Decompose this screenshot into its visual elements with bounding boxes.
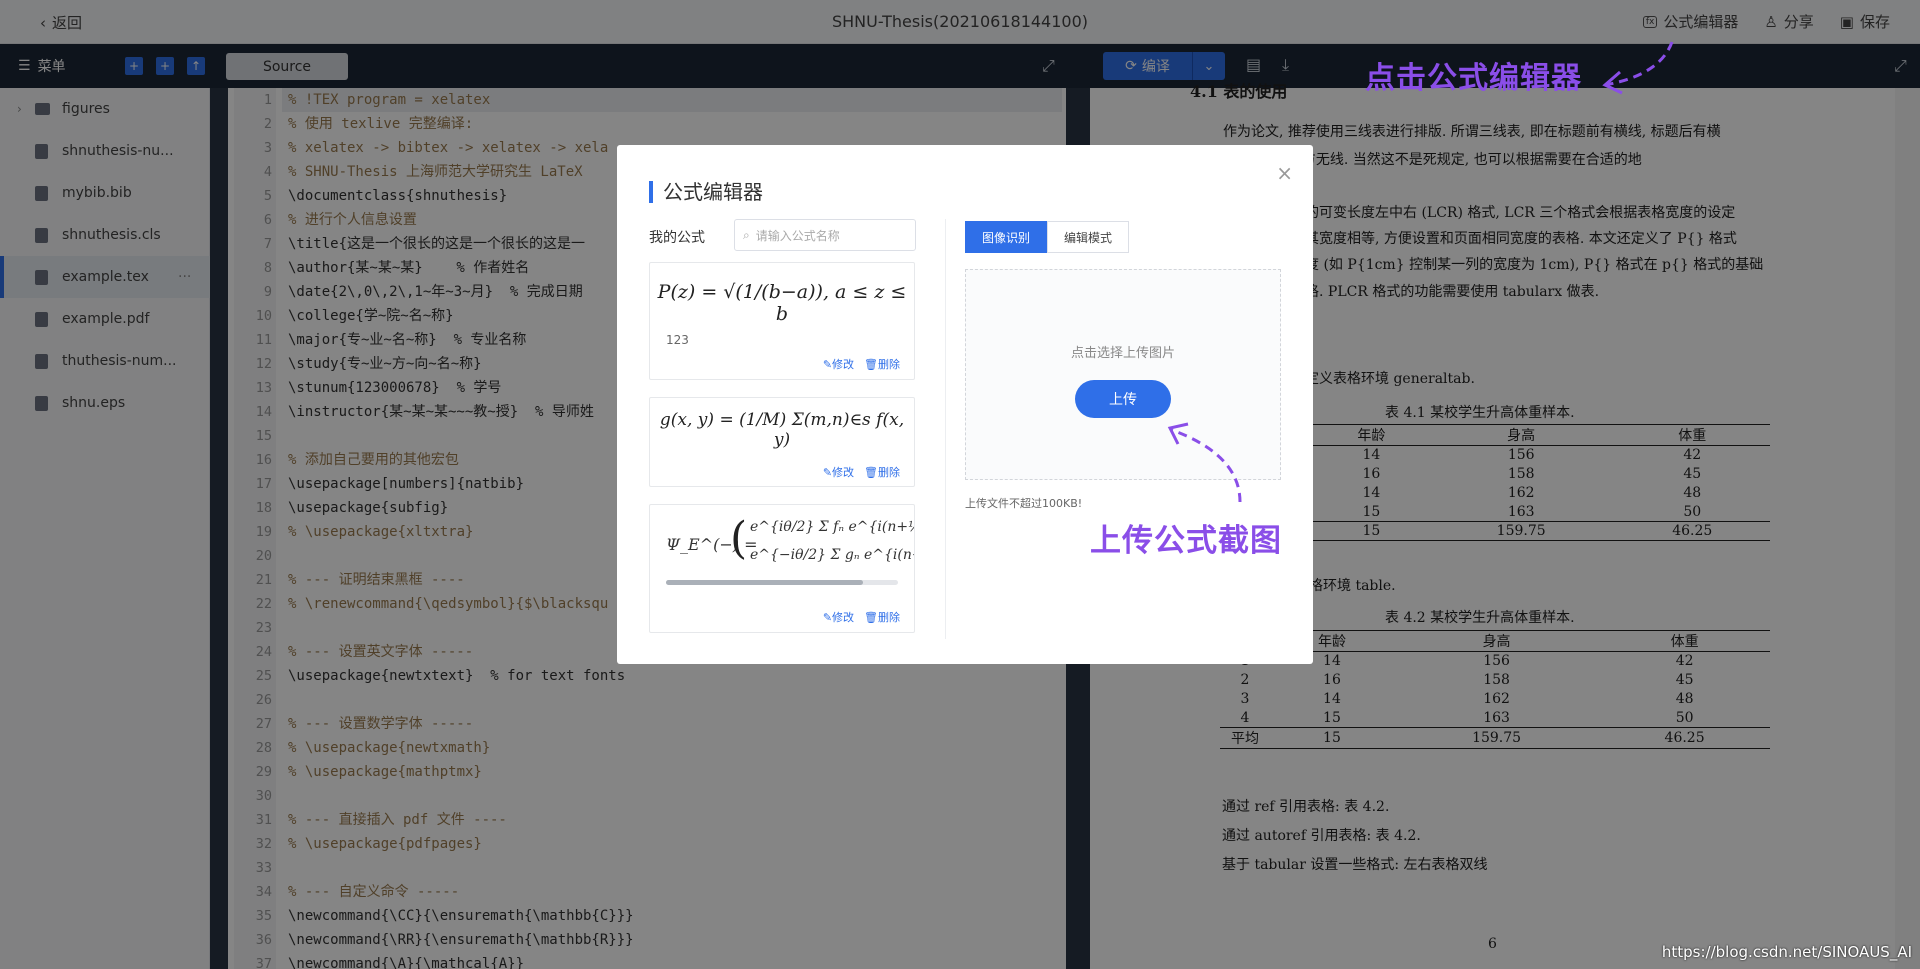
watermark: https://blog.csdn.net/SINOAUS_AI: [1661, 943, 1912, 961]
arrow-to-upload: [1171, 428, 1242, 503]
arrow-to-editor: [1604, 41, 1674, 87]
annotation-arrows: [1167, 41, 1674, 503]
